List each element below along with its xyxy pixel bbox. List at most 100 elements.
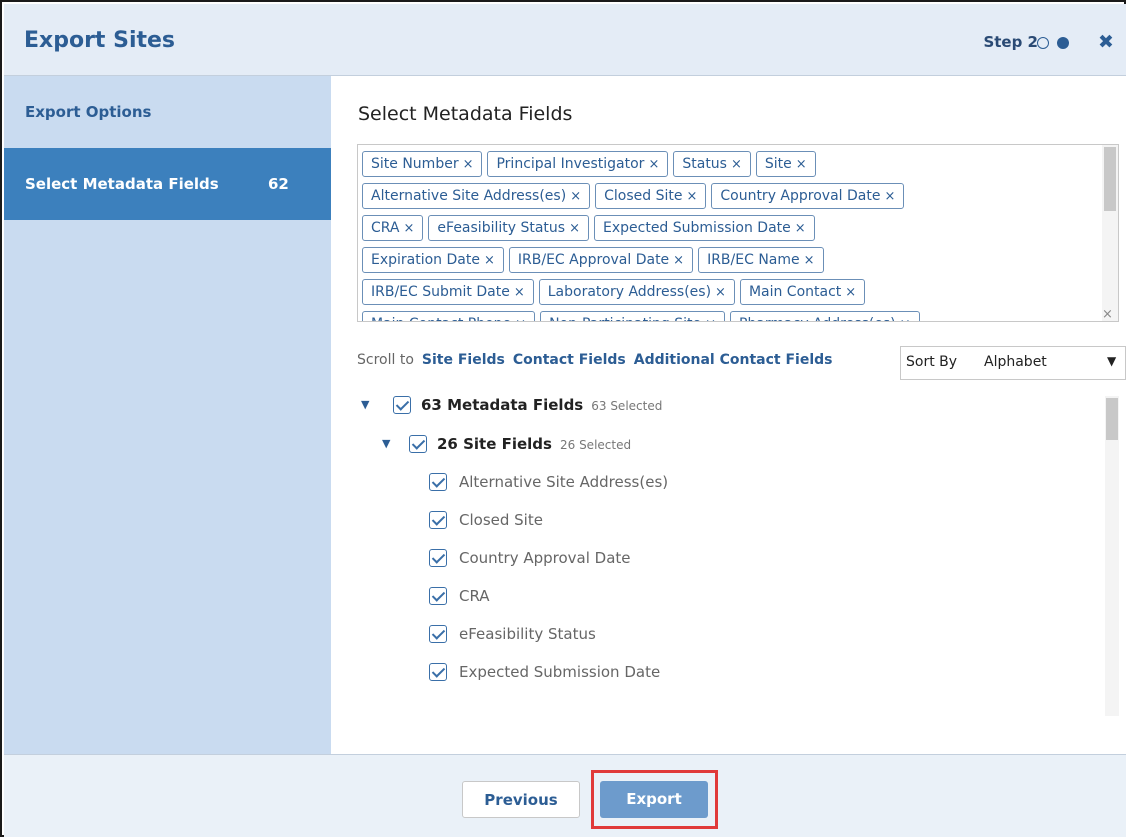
remove-chip-icon[interactable]: × — [715, 285, 726, 300]
field-chip[interactable]: Alternative Site Address(es) × — [362, 183, 591, 209]
field-chip[interactable]: IRB/EC Submit Date × — [362, 279, 534, 305]
field-checkbox[interactable] — [429, 473, 447, 491]
remove-chip-icon[interactable]: × — [731, 157, 742, 172]
remove-chip-icon[interactable]: × — [796, 157, 807, 172]
section-title: Select Metadata Fields — [358, 103, 573, 125]
remove-chip-icon[interactable]: × — [648, 157, 659, 172]
field-chip-label: Country Approval Date — [720, 188, 881, 204]
field-checkbox[interactable] — [429, 587, 447, 605]
chips-scrollbar-thumb[interactable] — [1104, 147, 1116, 211]
field-chip[interactable]: Main Contact Phone × — [362, 311, 536, 321]
expand-toggle-icon[interactable]: ▼ — [361, 398, 369, 411]
field-chip-label: Expiration Date — [371, 252, 480, 268]
clear-all-icon[interactable]: × — [1102, 307, 1113, 321]
remove-chip-icon[interactable]: × — [884, 189, 895, 204]
field-chip-label: Site Number — [371, 156, 459, 172]
remove-chip-icon[interactable]: × — [686, 189, 697, 204]
field-chip[interactable]: Non-Participating Site × — [540, 311, 725, 321]
remove-chip-icon[interactable]: × — [514, 285, 525, 300]
remove-chip-icon[interactable]: × — [845, 285, 856, 300]
scroll-link-contact-fields[interactable]: Contact Fields — [513, 352, 626, 368]
remove-chip-icon[interactable]: × — [569, 221, 580, 236]
field-chip[interactable]: Laboratory Address(es) × — [538, 279, 735, 305]
scroll-to-label: Scroll to — [357, 352, 414, 368]
field-label: Expected Submission Date — [459, 663, 661, 681]
field-chip[interactable]: Expected Submission Date × — [594, 215, 815, 241]
field-label: eFeasibility Status — [459, 625, 596, 643]
field-chip[interactable]: IRB/EC Approval Date × — [508, 247, 694, 273]
field-chip-label: eFeasibility Status — [437, 220, 566, 236]
field-chip-label: IRB/EC Approval Date — [517, 252, 670, 268]
remove-chip-icon[interactable]: × — [404, 221, 415, 236]
remove-chip-icon[interactable]: × — [484, 253, 495, 268]
modal-frame: Export Sites Step 2 ✖ Export Options Sel… — [0, 0, 1126, 837]
chip-row: Site Number × Principal Investigator × Statu… — [362, 149, 1100, 181]
field-checkbox[interactable] — [429, 663, 447, 681]
scroll-link-additional-contact-fields[interactable]: Additional Contact Fields — [634, 352, 833, 368]
remove-chip-icon[interactable]: × — [705, 317, 716, 321]
field-chip-label: Site — [764, 156, 792, 172]
field-chip[interactable]: Main Contact × — [739, 279, 866, 305]
selected-fields-box[interactable]: Site Number × Principal Investigator × Statu… — [357, 144, 1119, 322]
sidebar-item-select-metadata-fields[interactable]: Select Metadata Fields 62 — [4, 148, 331, 220]
tree-scrollbar-thumb[interactable] — [1106, 398, 1118, 440]
chip-row: Main Contact Phone×Non-Participating Sit… — [362, 309, 1100, 321]
scroll-link-site-fields[interactable]: Site Fields — [422, 352, 505, 368]
expand-toggle-icon[interactable]: ▼ — [382, 437, 390, 450]
field-chip-label: Main Contact — [748, 284, 842, 300]
sidebar-item-label: Export Options — [25, 103, 152, 121]
previous-button[interactable]: Previous — [462, 781, 580, 818]
modal-header: Export Sites Step 2 ✖ — [4, 4, 1126, 76]
remove-chip-icon[interactable]: × — [570, 189, 581, 204]
tree-root-selected-count: 63 Selected — [591, 399, 663, 413]
group-checkbox[interactable] — [409, 435, 427, 453]
remove-chip-icon[interactable]: × — [515, 317, 526, 321]
field-chip-label: Main Contact Phone — [371, 316, 511, 321]
step-2-dot-icon — [1057, 37, 1069, 49]
chevron-down-icon: ▼ — [1107, 354, 1117, 368]
field-chip-label: Expected Submission Date — [603, 220, 791, 236]
chip-row: Alternative Site Address(es) × Closed Site… — [362, 181, 1100, 213]
remove-chip-icon[interactable]: × — [900, 317, 911, 321]
remove-chip-icon[interactable]: × — [673, 253, 684, 268]
field-chip-label: CRA — [371, 220, 400, 236]
field-label: Country Approval Date — [459, 549, 631, 567]
remove-chip-icon[interactable]: × — [463, 157, 474, 172]
field-chip-label: Pharmacy Address(es) — [739, 316, 896, 321]
field-chip[interactable]: Principal Investigator × — [487, 151, 669, 177]
field-chip[interactable]: Site × — [755, 151, 816, 177]
field-chip[interactable]: eFeasibility Status × — [428, 215, 589, 241]
step-1-dot-icon — [1037, 37, 1049, 49]
field-checkbox[interactable] — [429, 511, 447, 529]
tree-root-label: 63 Metadata Fields 63 Selected — [421, 396, 663, 414]
field-chip[interactable]: IRB/EC Name × — [698, 247, 824, 273]
field-chip[interactable]: Closed Site × — [595, 183, 707, 209]
remove-chip-icon[interactable]: × — [804, 253, 815, 268]
chip-list: Site Number × Principal Investigator × Statu… — [362, 149, 1100, 321]
sort-by-select[interactable]: Sort By Alphabet ▼ — [900, 346, 1126, 380]
field-chip[interactable]: Site Number × — [362, 151, 483, 177]
sidebar-item-count: 62 — [268, 175, 289, 193]
field-checkbox[interactable] — [429, 549, 447, 567]
sidebar: Export Options Select Metadata Fields 62 — [4, 76, 331, 754]
chip-row: Expiration Date × IRB/EC Approval Date × IRB… — [362, 245, 1100, 277]
chips-scrollbar[interactable] — [1102, 145, 1118, 321]
tree-scrollbar[interactable] — [1105, 396, 1119, 716]
sidebar-item-export-options[interactable]: Export Options — [4, 76, 331, 148]
field-chip[interactable]: CRA × — [362, 215, 424, 241]
chip-row: IRB/EC Submit Date × Laboratory Address(es… — [362, 277, 1100, 309]
field-chip[interactable]: Country Approval Date × — [711, 183, 905, 209]
modal-footer: Previous Export — [4, 754, 1126, 837]
close-icon[interactable]: ✖ — [1098, 31, 1114, 53]
field-chip[interactable]: Expiration Date × — [362, 247, 504, 273]
field-chip[interactable]: Pharmacy Address(es) × — [730, 311, 920, 321]
field-chip-label: Status — [682, 156, 727, 172]
root-checkbox[interactable] — [393, 396, 411, 414]
sort-by-label: Sort By — [906, 354, 958, 370]
field-chip[interactable]: Status × — [673, 151, 751, 177]
remove-chip-icon[interactable]: × — [795, 221, 806, 236]
sort-by-value: Alphabet — [984, 354, 1047, 370]
field-chip-label: Closed Site — [604, 188, 683, 204]
field-checkbox[interactable] — [429, 625, 447, 643]
field-label: Alternative Site Address(es) — [459, 473, 669, 491]
